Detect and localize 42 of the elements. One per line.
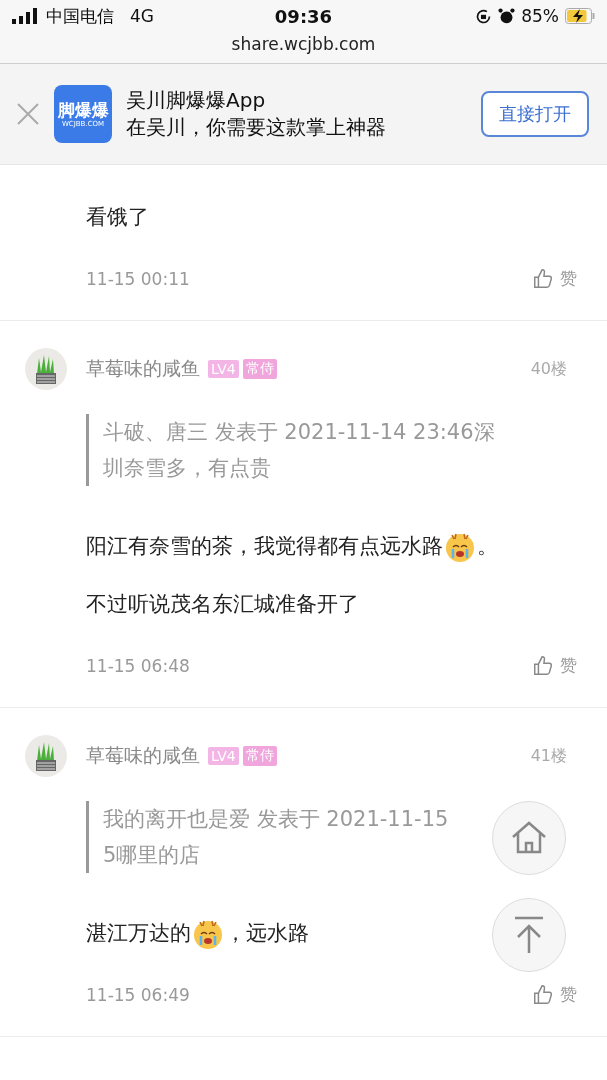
comment-text: 阳江有奈雪的茶，我觉得都有点远水路 bbox=[86, 533, 443, 560]
thumbs-up-icon bbox=[532, 654, 554, 677]
post-time: 11-15 06:49 bbox=[86, 984, 190, 1005]
like-button[interactable]: 赞 bbox=[532, 983, 577, 1006]
floor-number: 40楼 bbox=[530, 358, 567, 380]
thumbs-up-icon bbox=[532, 267, 554, 290]
battery-percent: 85% bbox=[521, 6, 559, 26]
comment-text: 。 bbox=[477, 533, 498, 560]
level-tag: 常侍 bbox=[242, 746, 277, 766]
close-icon[interactable] bbox=[16, 102, 40, 126]
app-title: 吴川脚爆爆App bbox=[126, 87, 267, 114]
comment-text: 看饿了 bbox=[86, 204, 149, 231]
post-time: 11-15 00:11 bbox=[86, 268, 190, 289]
quoted-reply-line: 圳奈雪多，有点贵 bbox=[103, 455, 271, 482]
comment-text: ，远水路 bbox=[225, 920, 309, 947]
signal-icon bbox=[12, 8, 38, 24]
quoted-reply-line: 斗破、唐三 发表于 2021-11-14 23:46深 bbox=[103, 419, 495, 446]
level-tag: LV4 bbox=[208, 747, 239, 765]
user-name[interactable]: 草莓味的咸鱼 bbox=[86, 356, 200, 382]
avatar bbox=[25, 348, 67, 390]
open-app-button[interactable]: 直接打开 bbox=[481, 91, 589, 137]
quoted-reply-line: 5哪里的店 bbox=[103, 842, 201, 869]
clock-time: 09:36 bbox=[274, 5, 333, 27]
avatar bbox=[25, 735, 67, 777]
like-button[interactable]: 赞 bbox=[532, 267, 577, 290]
comment-text: 湛江万达的 bbox=[86, 920, 191, 947]
level-tag: 常侍 bbox=[242, 359, 277, 379]
like-button[interactable]: 赞 bbox=[532, 654, 577, 677]
app-tagline: 在吴川，你需要这款掌上神器 bbox=[126, 114, 387, 141]
post-time: 11-15 06:48 bbox=[86, 655, 190, 676]
battery-icon bbox=[565, 8, 595, 24]
user-name[interactable]: 草莓味的咸鱼 bbox=[86, 743, 200, 769]
rotation-lock-icon bbox=[475, 7, 493, 25]
comment-text: 不过听说茂名东汇城准备开了 bbox=[86, 591, 359, 618]
alarm-icon bbox=[498, 7, 516, 25]
level-tag: LV4 bbox=[208, 360, 239, 378]
floor-number: 41楼 bbox=[530, 745, 567, 767]
network-type: 4G bbox=[130, 6, 154, 26]
quoted-reply-line: 我的离开也是爱 发表于 2021-11-15 bbox=[103, 806, 449, 833]
carrier-name: 中国电信 bbox=[46, 4, 114, 28]
thumbs-up-icon bbox=[532, 983, 554, 1006]
page-url: share.wcjbb.com bbox=[230, 33, 377, 56]
